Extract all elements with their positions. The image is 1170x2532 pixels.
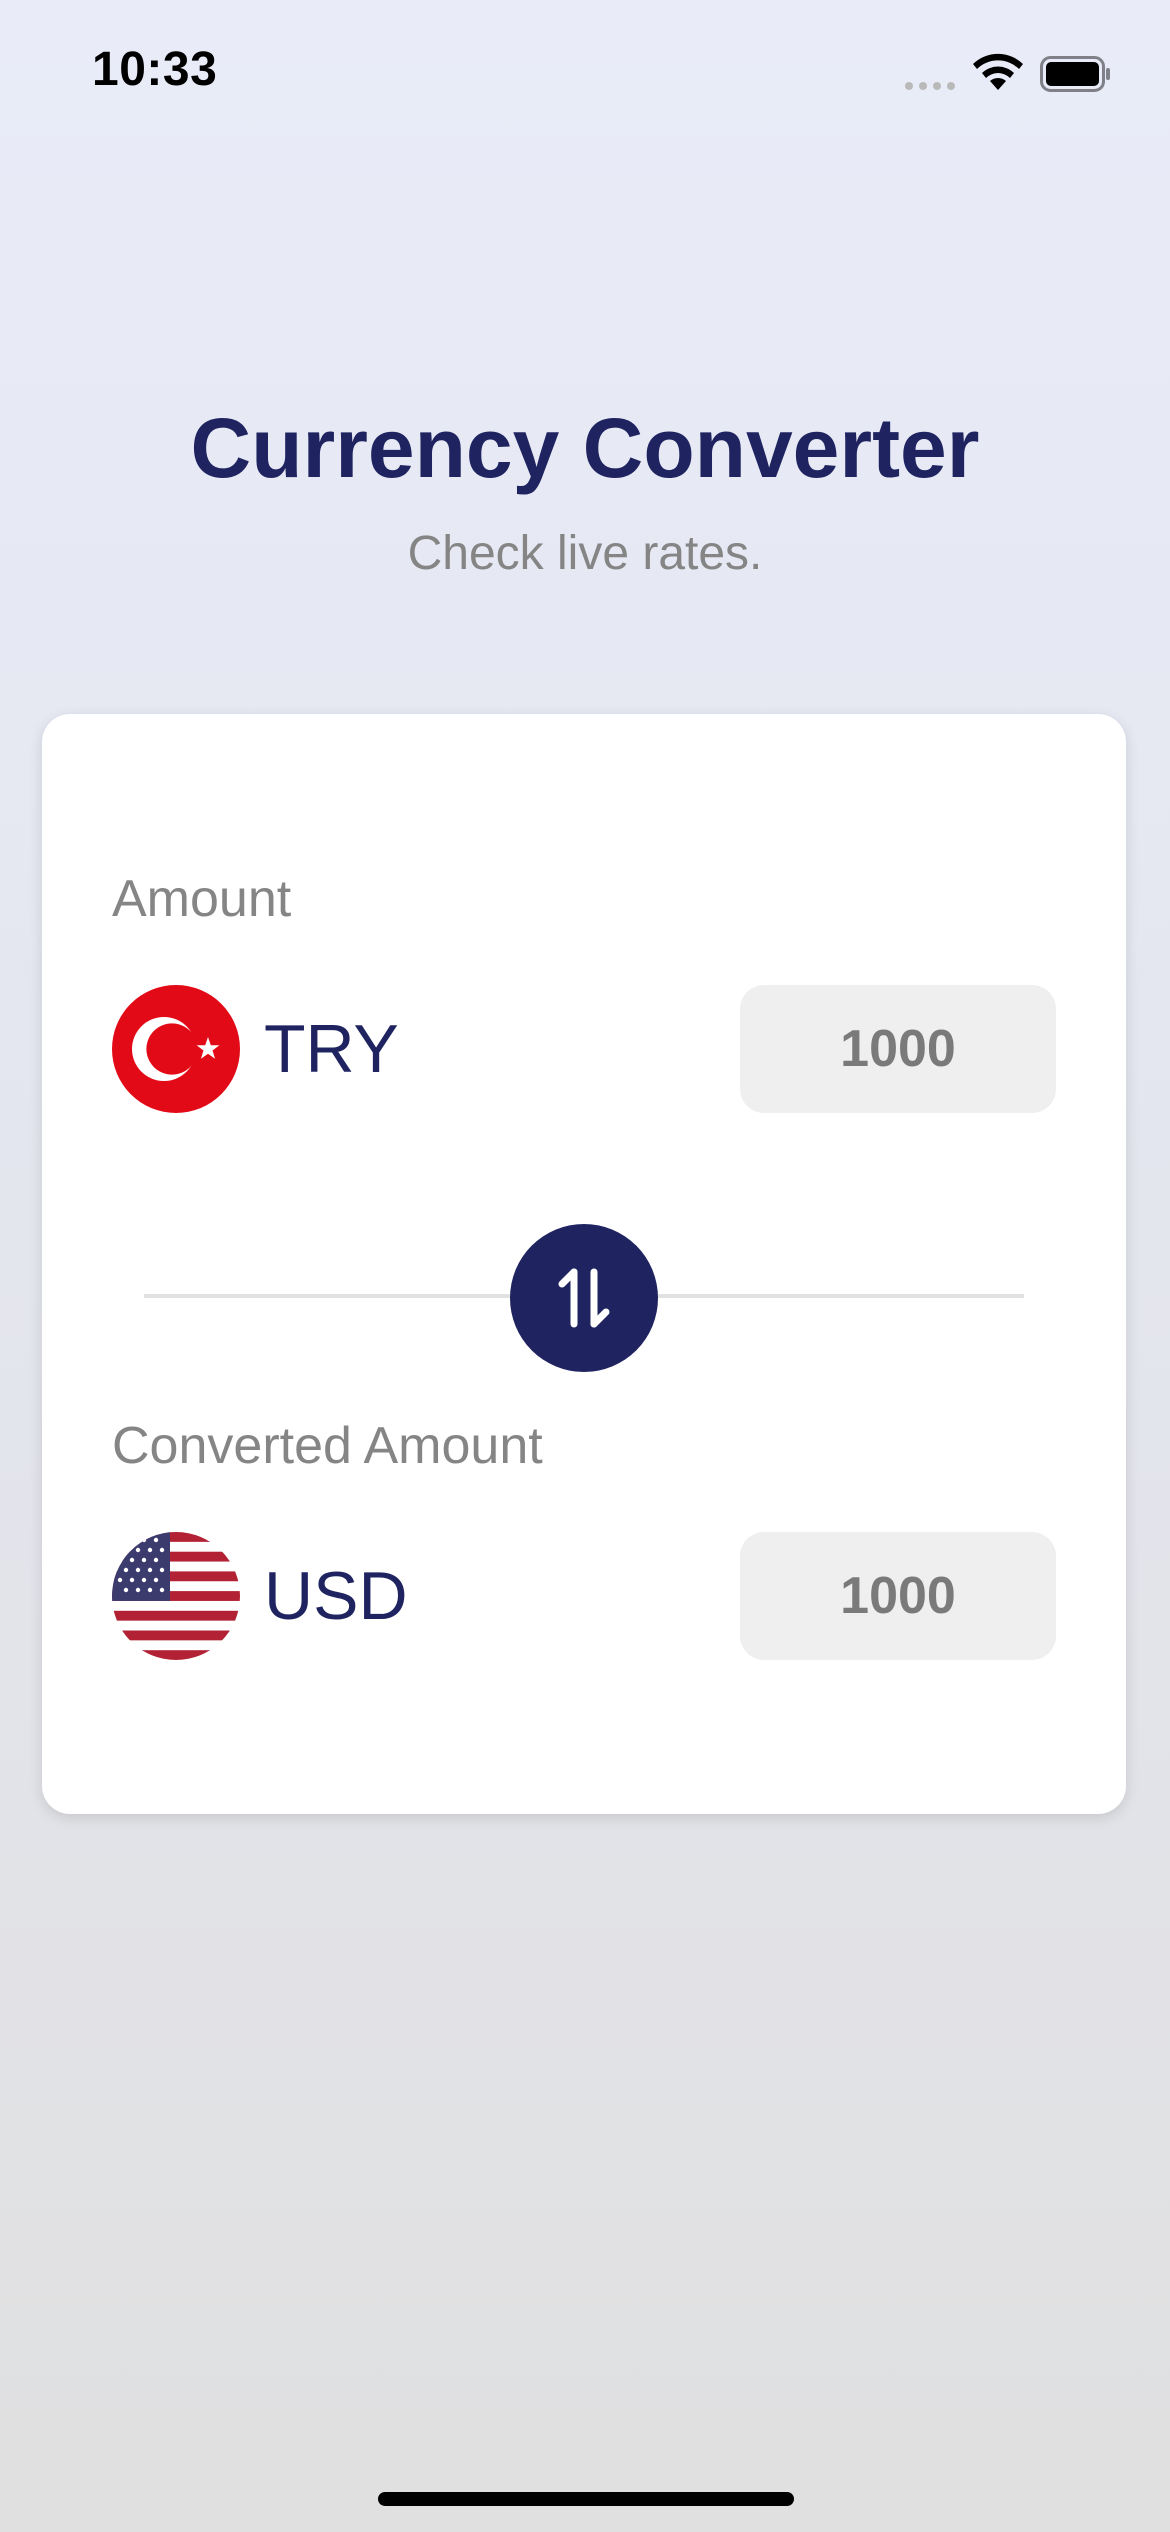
cellular-signal-icon <box>905 82 955 90</box>
swap-arrows-icon <box>558 1268 610 1328</box>
battery-icon <box>1040 56 1110 92</box>
status-bar: 10:33 <box>0 0 1170 150</box>
wifi-icon <box>973 53 1023 90</box>
page-subtitle: Check live rates. <box>407 527 763 580</box>
to-currency-code[interactable]: USD <box>264 1558 408 1634</box>
status-time: 10:33 <box>92 43 218 96</box>
converter-card: Amount TRY Converted Amount <box>42 714 1126 1814</box>
home-indicator <box>378 2492 794 2506</box>
usa-flag-icon[interactable] <box>112 1532 240 1660</box>
converted-amount-input[interactable] <box>740 1532 1056 1660</box>
page-title: Currency Converter <box>190 401 980 495</box>
amount-input[interactable] <box>740 985 1056 1113</box>
swap-button[interactable] <box>510 1224 658 1372</box>
amount-label: Amount <box>112 870 292 928</box>
from-currency-row: TRY <box>112 985 1056 1113</box>
converted-amount-label: Converted Amount <box>112 1417 543 1475</box>
from-currency-code[interactable]: TRY <box>264 1011 399 1087</box>
to-currency-row: USD <box>112 1532 1056 1660</box>
turkey-flag-icon[interactable] <box>112 985 240 1113</box>
